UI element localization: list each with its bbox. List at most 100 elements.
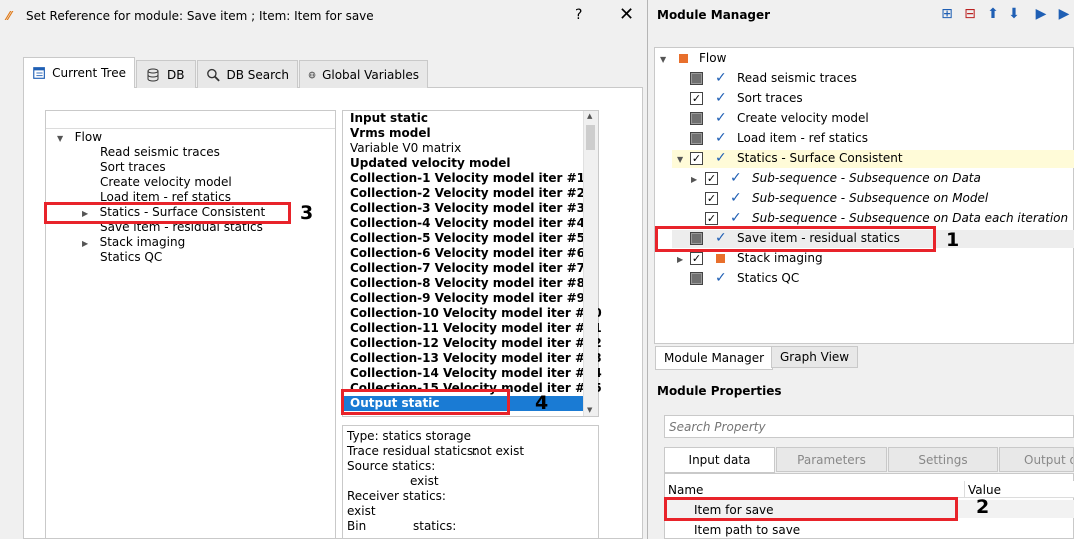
list-item[interactable]: Collection-8 Velocity model iter #8 <box>350 276 585 291</box>
module-active-check-icon: ✓ <box>715 130 727 146</box>
module-enable-checkbox[interactable]: ✓ <box>705 212 718 225</box>
tab-label: DB <box>167 67 185 82</box>
tab-output-data[interactable]: Output da <box>999 447 1074 472</box>
module-enable-checkbox[interactable] <box>690 72 703 85</box>
tree-item-stack-imaging[interactable]: ▶ Stack imaging <box>82 235 185 250</box>
module-enable-checkbox[interactable]: ✓ <box>690 152 703 165</box>
tab-db[interactable]: DB <box>136 60 196 88</box>
add-module-icon[interactable]: ⊞ <box>938 5 956 23</box>
module-row-label[interactable]: Sub-sequence - Subsequence on Model <box>752 191 988 206</box>
tree-item[interactable]: Read seismic traces <box>100 145 220 160</box>
partial-check-icon <box>691 273 702 284</box>
module-row-label[interactable]: Sort traces <box>737 91 803 106</box>
tab-module-manager[interactable]: Module Manager <box>655 346 774 370</box>
info-source-label: Source statics: <box>347 459 436 473</box>
close-button[interactable]: ✕ <box>619 4 634 25</box>
module-row-label[interactable]: Load item - ref statics <box>737 131 868 146</box>
tree-item[interactable]: Create velocity model <box>100 175 232 190</box>
tab-label: DB Search <box>226 67 289 82</box>
module-row-label[interactable]: Create velocity model <box>737 111 869 126</box>
column-value: Value <box>968 483 1001 497</box>
partial-check-icon <box>691 113 702 124</box>
module-row-label[interactable]: Stack imaging <box>737 251 823 266</box>
list-item[interactable]: Collection-4 Velocity model iter #4 <box>350 216 585 231</box>
run-icon[interactable]: ▶ <box>1032 5 1050 23</box>
list-item[interactable]: Collection-9 Velocity model iter #9 <box>350 291 585 306</box>
annotation-box-3 <box>44 202 291 224</box>
subflow-icon <box>716 254 725 263</box>
tab-input-data[interactable]: Input data <box>664 447 775 473</box>
module-enable-checkbox[interactable] <box>690 112 703 125</box>
list-item[interactable]: Vrms model <box>350 126 431 141</box>
module-active-check-icon: ✓ <box>715 270 727 286</box>
properties-table-header <box>665 481 1074 498</box>
scroll-down-icon[interactable]: ▼ <box>587 406 592 414</box>
list-item[interactable]: Collection-1 Velocity model iter #1 <box>350 171 585 186</box>
move-up-icon[interactable]: ⬆ <box>984 5 1002 23</box>
tab-graph-view[interactable]: Graph View <box>771 346 859 368</box>
tree-item[interactable]: Statics QC <box>100 250 162 265</box>
flow-icon <box>679 54 688 63</box>
tab-label: Current Tree <box>52 66 126 80</box>
tab-current-tree[interactable]: Current Tree <box>23 57 135 88</box>
list-item[interactable]: Collection-5 Velocity model iter #5 <box>350 231 585 246</box>
column-name: Name <box>668 483 704 497</box>
tab-label: Global Variables <box>322 67 419 82</box>
list-item[interactable]: Collection-6 Velocity model iter #6 <box>350 246 585 261</box>
module-row-label[interactable]: Read seismic traces <box>737 71 857 86</box>
list-item[interactable]: Input static <box>350 111 428 126</box>
collapse-arrow-icon[interactable]: ▼ <box>677 155 683 164</box>
tree-root-label: Flow <box>74 130 103 144</box>
scroll-up-icon[interactable]: ▲ <box>587 112 592 120</box>
expand-arrow-icon[interactable]: ▼ <box>57 134 63 143</box>
tab-settings[interactable]: Settings <box>888 447 998 472</box>
list-item[interactable]: Updated velocity model <box>350 156 511 171</box>
list-item[interactable]: Collection-7 Velocity model iter #7 <box>350 261 585 276</box>
info-trace-label: Trace residual statics: <box>347 444 478 458</box>
remove-module-icon[interactable]: ⊟ <box>961 5 979 23</box>
tree-item[interactable]: Sort traces <box>100 160 166 175</box>
module-enable-checkbox[interactable]: ✓ <box>690 252 703 265</box>
expand-arrow-icon[interactable]: ▶ <box>691 175 697 184</box>
module-tree-root[interactable]: Flow <box>699 51 726 66</box>
tree-icon <box>33 67 45 79</box>
list-item[interactable]: Collection-14 Velocity model iter #14 <box>350 366 602 381</box>
module-enable-checkbox[interactable]: ✓ <box>705 172 718 185</box>
module-row-label[interactable]: Sub-sequence - Subsequence on Data <box>752 171 981 186</box>
expand-arrow-icon[interactable]: ▶ <box>677 255 683 264</box>
info-bin-value: statics: <box>413 519 457 533</box>
list-item[interactable]: Collection-12 Velocity model iter #12 <box>350 336 602 351</box>
module-enable-checkbox[interactable] <box>690 272 703 285</box>
list-item[interactable]: Collection-13 Velocity model iter #13 <box>350 351 602 366</box>
run-step-icon[interactable]: ▶ <box>1055 5 1073 23</box>
module-row-label[interactable]: Statics - Surface Consistent <box>737 151 903 166</box>
module-row-label[interactable]: Statics QC <box>737 271 799 286</box>
module-row-label[interactable]: Sub-sequence - Subsequence on Data each … <box>752 211 1068 226</box>
annotation-number-4: 4 <box>535 392 549 414</box>
tab-global-variables[interactable]: Global Variables <box>299 60 428 88</box>
list-item[interactable]: Collection-11 Velocity model iter #11 <box>350 321 602 336</box>
module-enable-checkbox[interactable] <box>690 132 703 145</box>
help-button[interactable]: ? <box>575 7 582 23</box>
search-property-input[interactable] <box>664 415 1074 438</box>
list-scrollbar[interactable] <box>583 111 598 416</box>
tree-root-flow[interactable]: ▼ Flow <box>57 130 102 145</box>
property-row-item-path[interactable]: Item path to save <box>694 523 800 537</box>
module-enable-checkbox[interactable]: ✓ <box>705 192 718 205</box>
module-enable-checkbox[interactable]: ✓ <box>690 92 703 105</box>
list-item[interactable]: Collection-2 Velocity model iter #2 <box>350 186 585 201</box>
tab-parameters[interactable]: Parameters <box>776 447 887 472</box>
move-down-icon[interactable]: ⬇ <box>1005 5 1023 23</box>
expand-arrow-icon[interactable]: ▶ <box>82 239 88 248</box>
annotation-number-2: 2 <box>976 496 990 518</box>
search-icon <box>207 68 220 82</box>
list-item[interactable]: Collection-3 Velocity model iter #3 <box>350 201 585 216</box>
collapse-arrow-icon[interactable]: ▼ <box>660 55 666 64</box>
database-icon <box>147 68 159 81</box>
info-source-value: exist <box>410 474 439 488</box>
tab-db-search[interactable]: DB Search <box>197 60 298 88</box>
scrollbar-thumb[interactable] <box>586 125 595 150</box>
list-item[interactable]: Variable V0 matrix <box>350 141 461 156</box>
list-item[interactable]: Collection-10 Velocity model iter #10 <box>350 306 602 321</box>
info-receiver-value: exist <box>347 504 376 518</box>
